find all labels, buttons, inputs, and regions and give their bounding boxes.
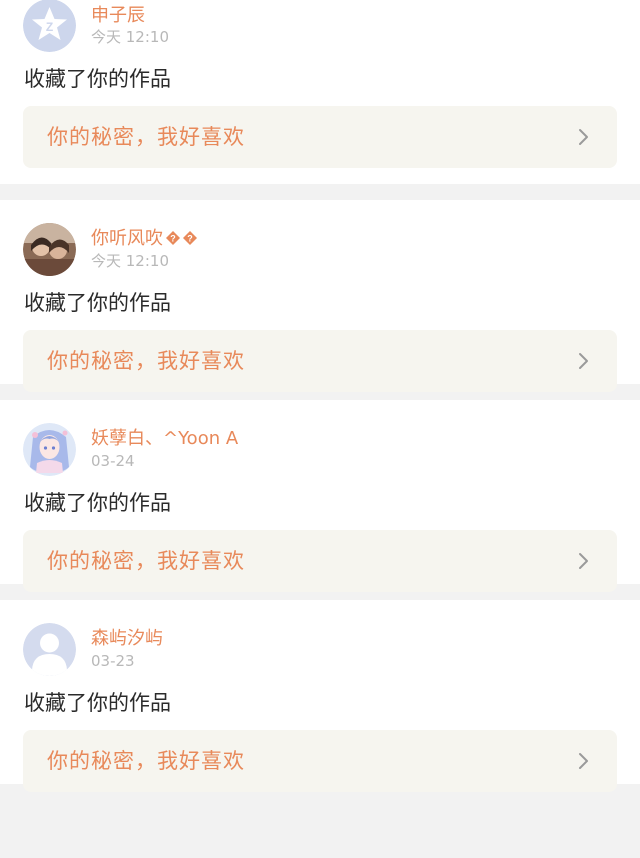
work-link[interactable]: 你的秘密，我好喜欢 <box>23 530 617 592</box>
timestamp: 今天 12:10 <box>91 28 169 46</box>
timestamp: 03-24 <box>91 452 135 470</box>
svg-text:?: ? <box>187 234 193 244</box>
user-name[interactable]: 你听风吹?? <box>91 228 197 250</box>
work-title: 你的秘密，我好喜欢 <box>47 125 245 149</box>
chevron-right-icon <box>579 353 588 369</box>
chevron-right-icon <box>579 753 588 769</box>
default-user-avatar <box>23 623 76 676</box>
action-text: 收藏了你的作品 <box>24 491 171 515</box>
avatar[interactable] <box>23 423 76 476</box>
anime-girl-avatar <box>23 423 76 476</box>
work-link[interactable]: 你的秘密，我好喜欢 <box>23 106 617 168</box>
action-text: 收藏了你的作品 <box>24 67 171 91</box>
avatar[interactable] <box>23 223 76 276</box>
notification-card: 妖孽白、^Yoon A 03-24 收藏了你的作品 你的秘密，我好喜欢 <box>0 400 640 592</box>
notification-list: Z 申子辰 今天 12:10 收藏了你的作品 你的秘密，我好喜欢 你听风吹 ? … <box>0 0 640 792</box>
avatar[interactable] <box>23 623 76 676</box>
user-name[interactable]: 森屿汐屿 <box>91 628 163 650</box>
user-name[interactable]: 妖孽白、^Yoon A <box>91 428 238 450</box>
photo-avatar <box>23 223 76 276</box>
user-name[interactable]: 申子辰 <box>91 5 145 27</box>
work-title: 你的秘密，我好喜欢 <box>47 749 245 773</box>
action-text: 收藏了你的作品 <box>24 291 171 315</box>
work-title: 你的秘密，我好喜欢 <box>47 549 245 573</box>
work-link[interactable]: 你的秘密，我好喜欢 <box>23 330 617 392</box>
notification-card: 森屿汐屿 03-23 收藏了你的作品 你的秘密，我好喜欢 <box>0 600 640 792</box>
work-link[interactable]: 你的秘密，我好喜欢 <box>23 730 617 792</box>
qzone-star-icon: Z <box>23 0 76 52</box>
work-title: 你的秘密，我好喜欢 <box>47 349 245 373</box>
unknown-glyph-icon: ? <box>166 231 180 245</box>
notification-card: 你听风吹?? 今天 12:10 收藏了你的作品 你的秘密，我好喜欢 <box>0 200 640 392</box>
timestamp: 今天 12:10 <box>91 252 169 270</box>
svg-text:Z: Z <box>46 20 53 34</box>
unknown-glyph-icon: ? <box>183 231 197 245</box>
avatar[interactable]: Z <box>23 0 76 52</box>
chevron-right-icon <box>579 553 588 569</box>
user-name-text: 你听风吹 <box>91 228 163 249</box>
timestamp: 03-23 <box>91 652 135 670</box>
svg-text:?: ? <box>170 234 176 244</box>
notification-card: Z 申子辰 今天 12:10 收藏了你的作品 你的秘密，我好喜欢 <box>0 0 640 184</box>
action-text: 收藏了你的作品 <box>24 691 171 715</box>
chevron-right-icon <box>579 129 588 145</box>
